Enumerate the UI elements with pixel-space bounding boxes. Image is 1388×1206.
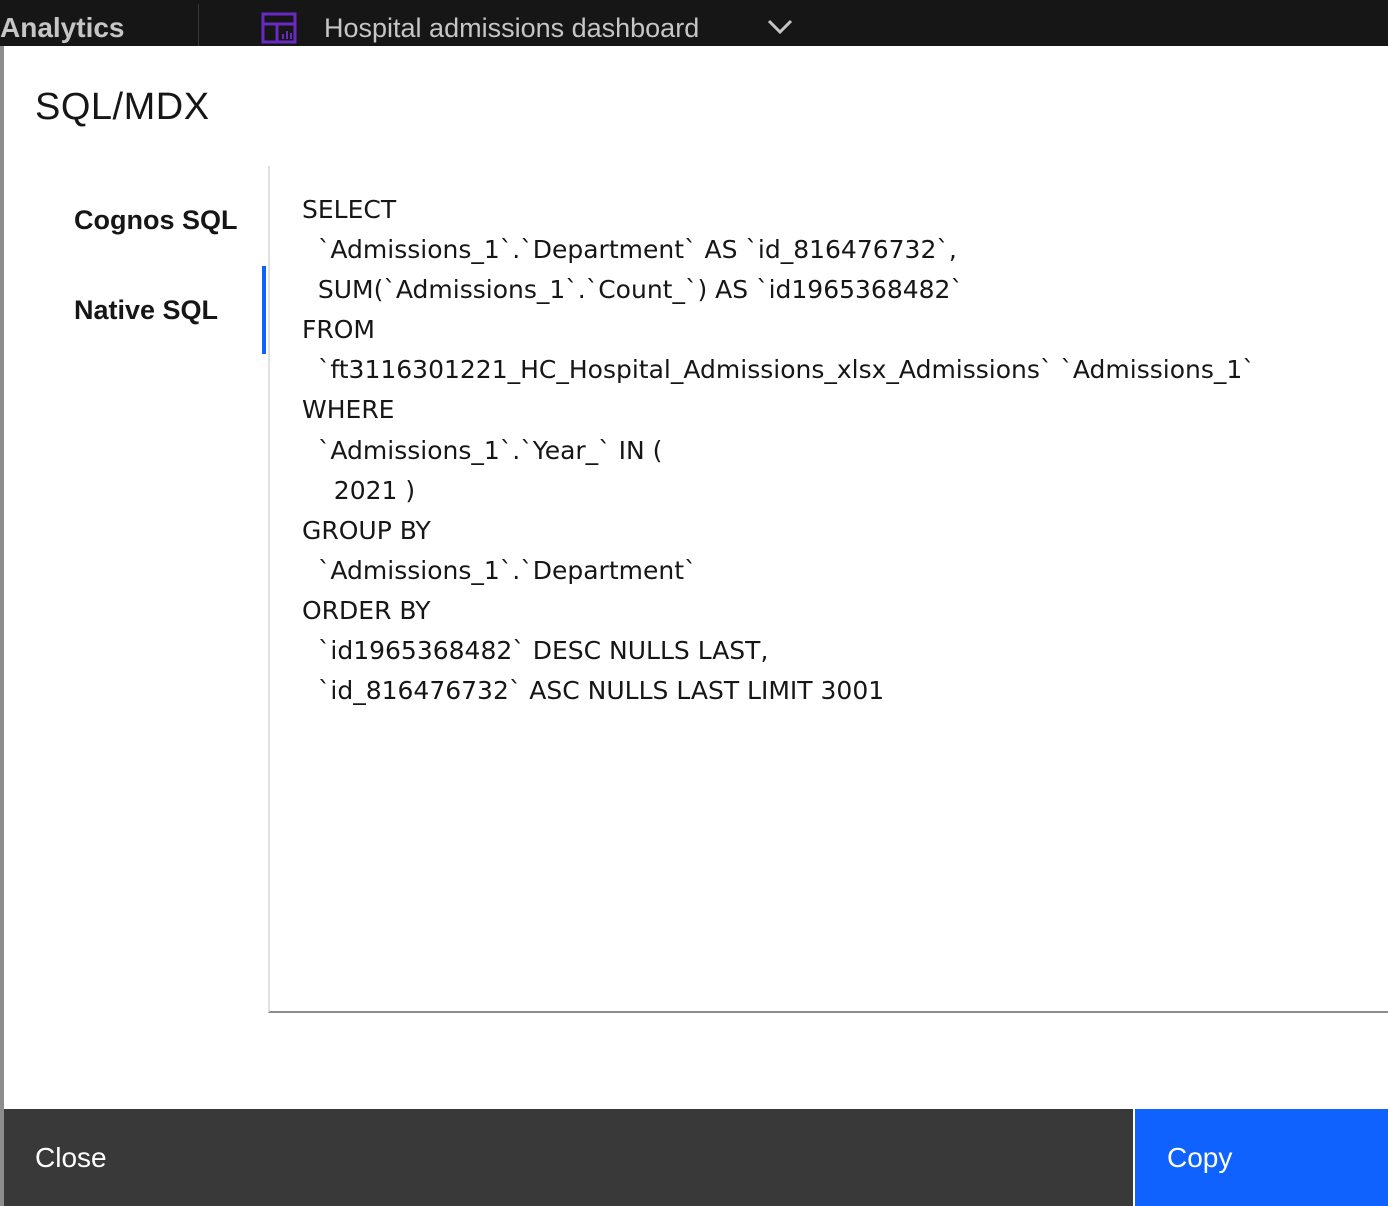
topbar-divider: [198, 4, 199, 46]
dashboard-icon: [261, 12, 297, 44]
active-tab-indicator: [262, 266, 266, 354]
close-button[interactable]: Close: [4, 1109, 1133, 1206]
app-brand: Analytics: [0, 12, 125, 43]
tab-cognos-sql[interactable]: Cognos SQL: [4, 176, 266, 264]
sql-mdx-dialog: SQL/MDX Cognos SQL Native SQL SELECT `Ad…: [4, 46, 1388, 1206]
tab-native-sql[interactable]: Native SQL: [4, 266, 266, 354]
query-code-panel[interactable]: SELECT `Admissions_1`.`Department` AS `i…: [268, 166, 1388, 1013]
top-bar: Analytics Hospital admissions dashboard: [0, 0, 1388, 46]
chevron-down-icon[interactable]: [766, 16, 794, 36]
copy-button[interactable]: Copy: [1135, 1109, 1388, 1206]
tab-label: Cognos SQL: [74, 205, 238, 235]
dialog-title: SQL/MDX: [35, 86, 210, 128]
sql-query-text[interactable]: SELECT `Admissions_1`.`Department` AS `i…: [302, 190, 1255, 711]
tab-label: Native SQL: [74, 295, 219, 325]
dashboard-title[interactable]: Hospital admissions dashboard: [324, 13, 699, 44]
dialog-footer: Close Copy: [4, 1109, 1388, 1206]
